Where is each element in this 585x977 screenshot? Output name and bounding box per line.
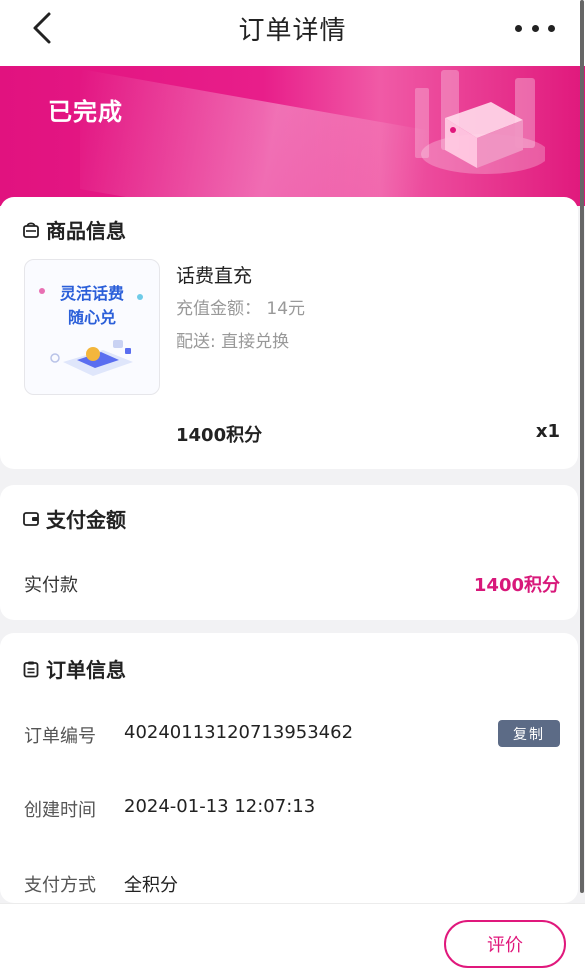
recharge-amount-value: 14元 xyxy=(266,299,306,319)
copy-order-number-button[interactable]: 复制 xyxy=(498,720,560,747)
created-time-value: 2024-01-13 12:07:13 xyxy=(124,796,316,817)
product-quantity: x1 xyxy=(535,421,560,442)
order-section-header: 订单信息 xyxy=(22,654,126,683)
review-button[interactable]: 评价 xyxy=(444,920,566,968)
order-status-text: 已完成 xyxy=(48,98,123,126)
product-price: 1400积分 xyxy=(176,425,263,446)
payment-section-title: 支付金额 xyxy=(46,508,126,532)
more-dot-icon xyxy=(515,24,522,32)
product-section-header: 商品信息 xyxy=(22,215,126,244)
created-time-label: 创建时间 xyxy=(24,800,96,821)
product-name: 话费直充 xyxy=(176,265,253,287)
product-info-card: 商品信息 灵活话费 随心兑 话费直充 充值金额： 14元 配送: 直接兑换 14… xyxy=(0,197,578,469)
payment-amount-card: 支付金额 实付款 1400积分 xyxy=(0,485,578,620)
top-nav-bar: 订单详情 xyxy=(0,0,585,66)
more-options-button[interactable] xyxy=(515,18,555,38)
paid-amount-label: 实付款 xyxy=(24,575,78,596)
wallet-icon xyxy=(23,511,39,526)
delivery-method: 配送: 直接兑换 xyxy=(176,332,290,352)
paid-amount-value: 1400积分 xyxy=(473,575,560,596)
order-status-banner: 已完成 xyxy=(0,66,585,206)
more-dot-icon xyxy=(548,24,555,32)
order-number-value: 40240113120713953462 xyxy=(124,722,354,743)
decor-dot-icon xyxy=(39,288,45,294)
order-info-card: 订单信息 订单编号 40240113120713953462 复制 创建时间 2… xyxy=(0,633,578,903)
order-number-label: 订单编号 xyxy=(24,726,96,747)
payment-method-value: 全积分 xyxy=(124,875,178,896)
order-section-title: 订单信息 xyxy=(46,658,126,682)
decor-dot-icon xyxy=(137,294,143,300)
bottom-action-bar: 评价 xyxy=(0,903,585,977)
thumbnail-text-line1: 灵活话费 xyxy=(59,284,124,303)
payment-section-header: 支付金额 xyxy=(22,504,126,533)
recharge-amount-label: 充值金额： xyxy=(176,299,261,319)
thumbnail-text-line2: 随心兑 xyxy=(67,308,116,327)
phone-bill-illustration-icon xyxy=(50,340,133,376)
more-dot-icon xyxy=(531,24,539,32)
bag-icon xyxy=(23,221,39,238)
delivered-box-illustration xyxy=(415,70,545,174)
page-title: 订单详情 xyxy=(238,16,347,46)
product-section-title: 商品信息 xyxy=(46,219,126,243)
scrollbar[interactable] xyxy=(580,0,584,893)
recharge-amount: 充值金额： 14元 xyxy=(176,294,305,319)
clipboard-icon xyxy=(23,661,39,677)
product-thumbnail[interactable]: 灵活话费 随心兑 xyxy=(24,259,160,395)
payment-method-label: 支付方式 xyxy=(24,875,96,896)
